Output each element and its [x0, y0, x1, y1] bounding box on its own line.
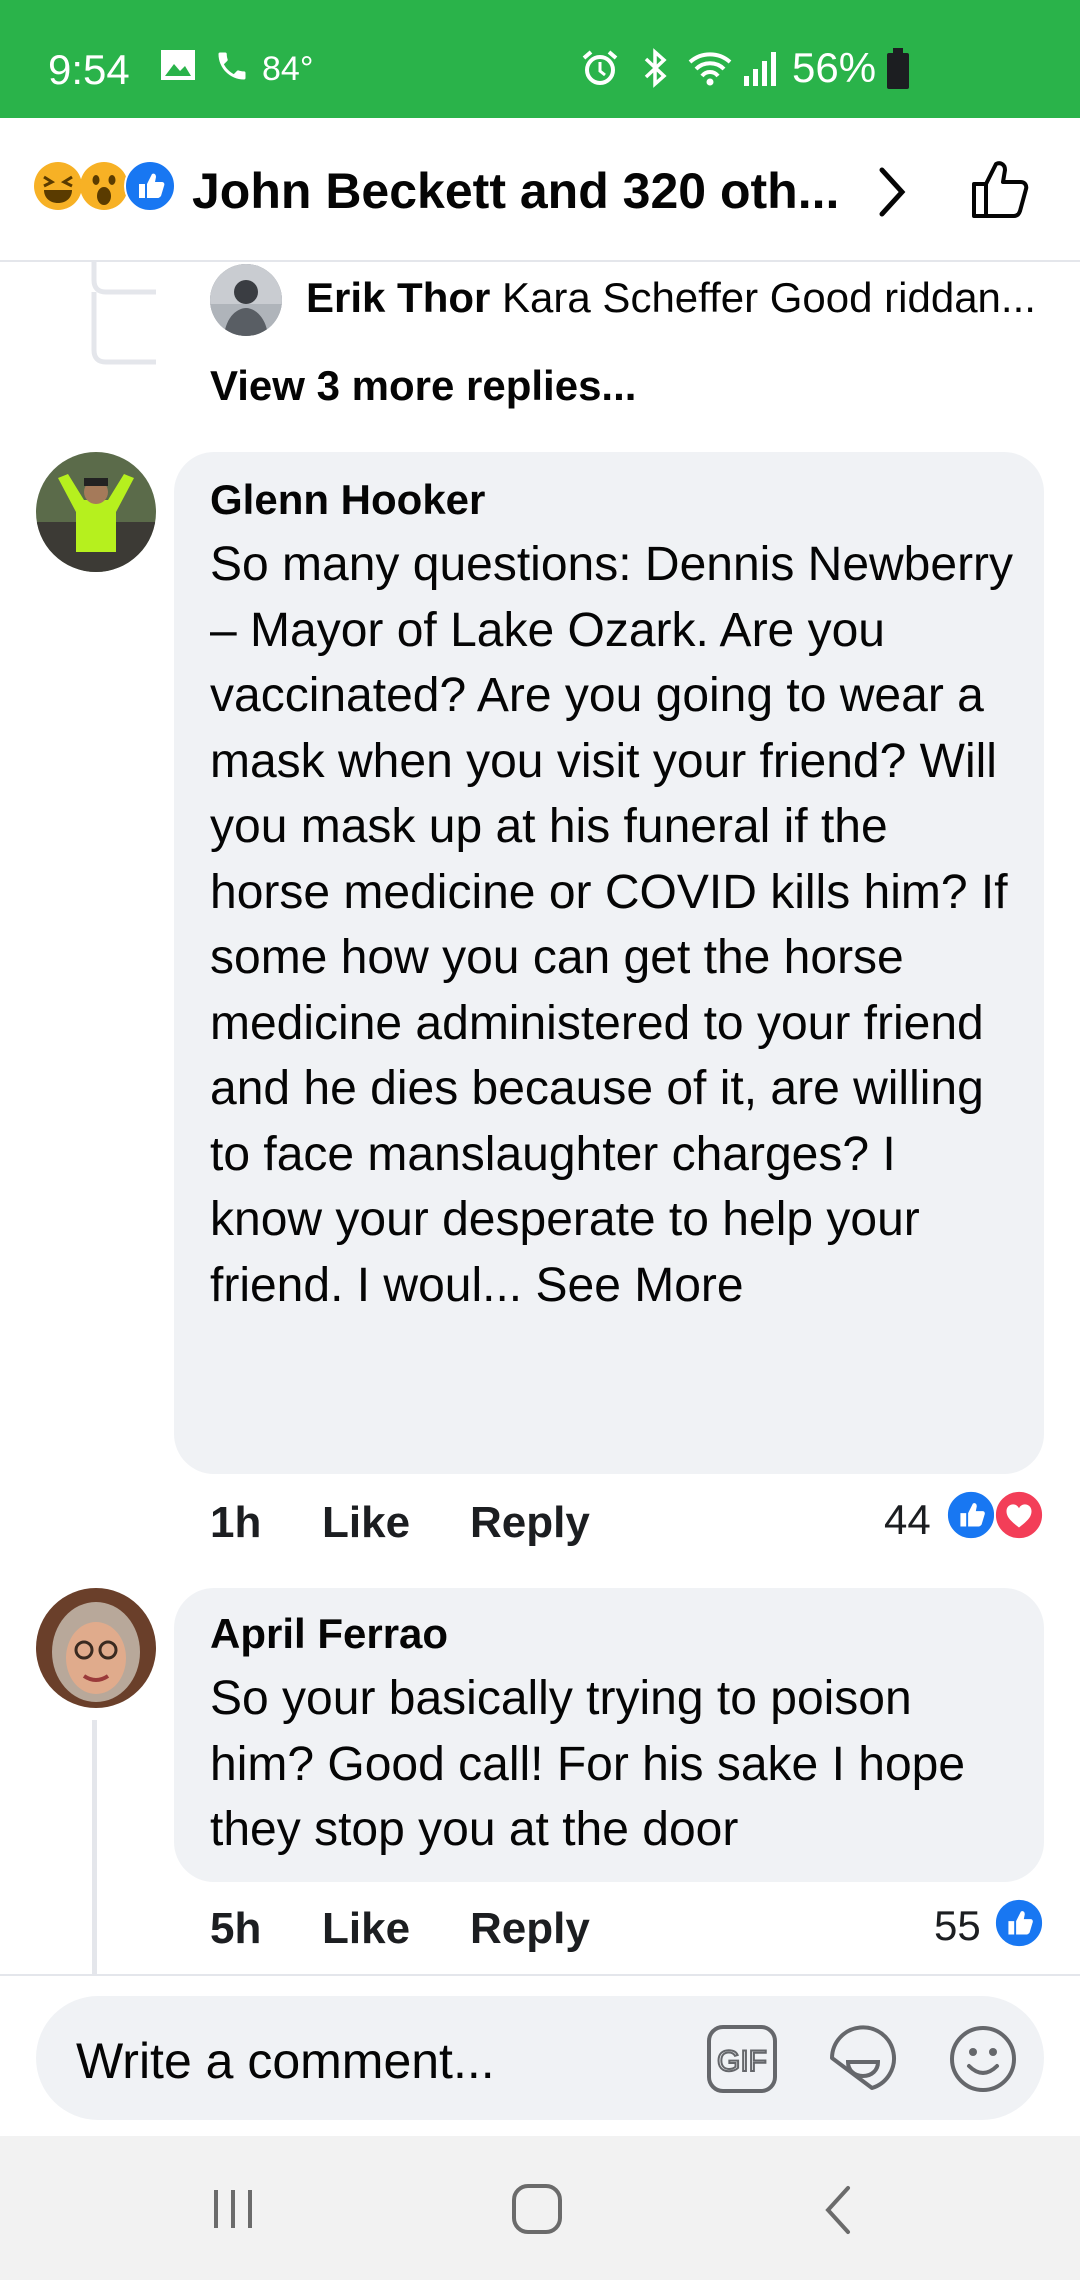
- comment-input[interactable]: Write a comment... GIF: [36, 1996, 1044, 2120]
- reply-preview: Kara Scheffer Good riddan...: [502, 274, 1036, 321]
- reply-author[interactable]: Erik Thor: [306, 274, 490, 321]
- signal-icon: [744, 52, 776, 86]
- love-reaction-icon: [994, 1490, 1044, 1540]
- status-bar: 9:54 84° 56%: [0, 0, 1080, 118]
- thread-connector: [91, 262, 156, 365]
- system-nav-bar: [0, 2136, 1080, 2280]
- status-temperature: 84°: [262, 50, 314, 88]
- gallery-icon: [161, 50, 195, 80]
- wifi-icon: [688, 52, 732, 86]
- like-icon[interactable]: [968, 156, 1032, 222]
- comment-text: So many questions: Dennis Newberry – May…: [210, 532, 1020, 1318]
- see-more-link[interactable]: See More: [535, 1259, 743, 1312]
- comment-author[interactable]: April Ferrao: [210, 1610, 448, 1658]
- reply-button[interactable]: Reply: [470, 1904, 590, 1954]
- comment-text: So your basically trying to poison him? …: [210, 1672, 966, 1856]
- comment-timestamp: 1h: [210, 1498, 262, 1547]
- phone-icon: [218, 52, 246, 80]
- comment-text-content: So many questions: Dennis Newberry – May…: [210, 538, 1014, 1312]
- reaction-count[interactable]: 44: [884, 1496, 931, 1544]
- like-reaction-icon: [994, 1898, 1044, 1948]
- like-reaction-icon: [946, 1490, 996, 1540]
- thread-line: [92, 1720, 97, 1974]
- reactors-title[interactable]: John Beckett and 320 oth...: [192, 162, 839, 220]
- alarm-icon: [582, 50, 618, 85]
- chevron-right-icon[interactable]: [872, 162, 912, 222]
- bluetooth-icon: [644, 48, 667, 88]
- battery-icon: [887, 48, 909, 89]
- like-button[interactable]: Like: [322, 1904, 410, 1954]
- reaction-stack[interactable]: [32, 160, 180, 216]
- comment-author[interactable]: Glenn Hooker: [210, 476, 485, 524]
- emoji-icon[interactable]: [948, 2024, 1018, 2094]
- glenn-hooker-avatar[interactable]: [36, 452, 156, 572]
- reply-button[interactable]: Reply: [470, 1498, 590, 1548]
- view-more-replies-link[interactable]: View 3 more replies...: [210, 362, 636, 410]
- reaction-count[interactable]: 55: [934, 1902, 981, 1950]
- status-time: 9:54: [48, 46, 130, 93]
- recent-apps-icon[interactable]: [208, 2184, 258, 2234]
- like-reaction-icon: [124, 160, 176, 212]
- battery-percent: 56%: [792, 44, 877, 91]
- previous-reply[interactable]: Erik Thor Kara Scheffer Good riddan...: [306, 274, 1046, 322]
- gif-icon[interactable]: GIF: [706, 2024, 778, 2094]
- laugh-emoji-icon: [34, 162, 82, 210]
- sticker-icon[interactable]: [826, 2022, 900, 2094]
- wow-emoji-icon: [80, 162, 128, 210]
- comment-composer-bar: Write a comment... GIF: [0, 1974, 1080, 2136]
- svg-text:GIF: GIF: [717, 2045, 767, 2078]
- home-icon[interactable]: [510, 2182, 564, 2236]
- like-button[interactable]: Like: [322, 1498, 410, 1548]
- comment-timestamp: 5h: [210, 1904, 262, 1953]
- comment-placeholder: Write a comment...: [76, 2033, 495, 2089]
- back-icon[interactable]: [818, 2182, 858, 2238]
- reactions-header[interactable]: John Beckett and 320 oth...: [0, 118, 1080, 262]
- erik-thor-avatar[interactable]: [210, 264, 282, 336]
- april-ferrao-avatar[interactable]: [36, 1588, 156, 1708]
